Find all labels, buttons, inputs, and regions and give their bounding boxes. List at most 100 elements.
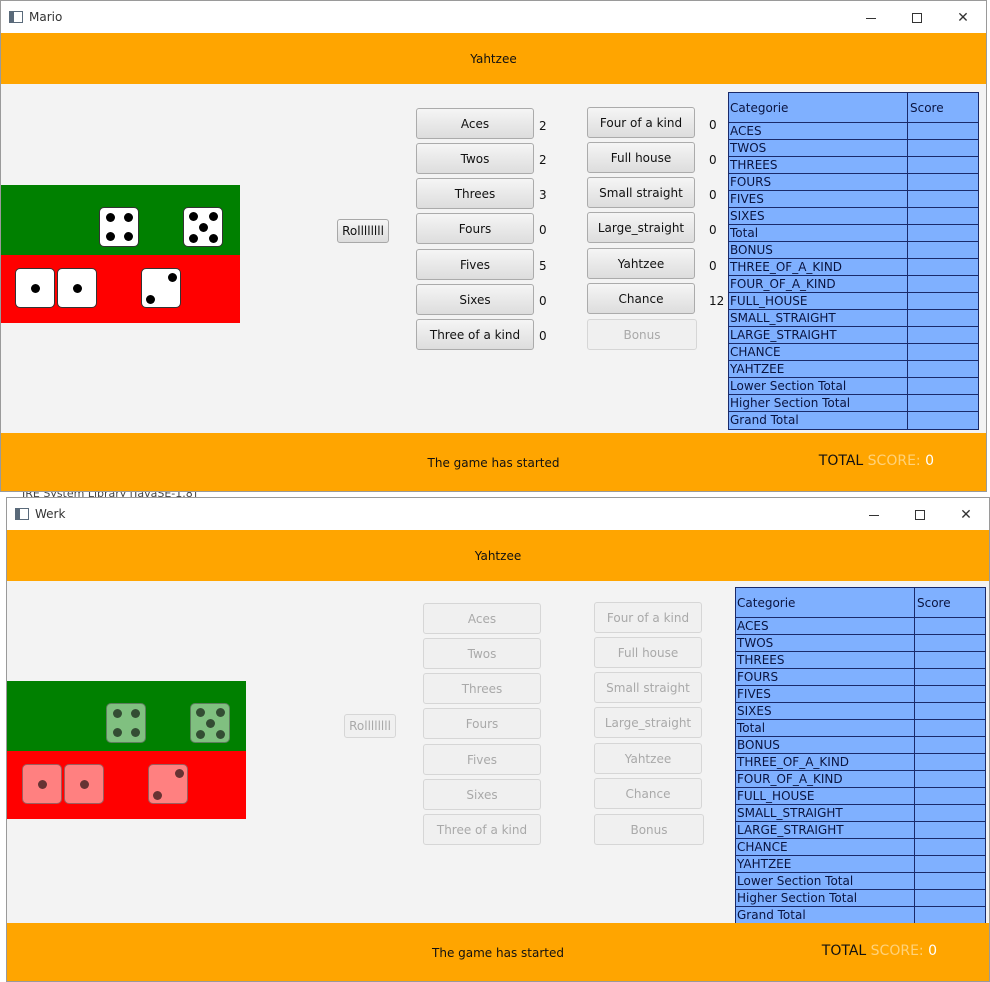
four-of-a-kind-button[interactable]: Four of a kind: [594, 602, 702, 633]
threes-button[interactable]: Threes: [416, 178, 534, 209]
table-row: CHANCE: [736, 839, 985, 856]
row-category: LARGE_STRAIGHT: [736, 822, 915, 838]
die-five[interactable]: [190, 703, 230, 743]
threes-button[interactable]: Threes: [423, 673, 541, 704]
die-five[interactable]: [183, 207, 223, 247]
small-straight-button[interactable]: Small straight: [587, 177, 695, 208]
close-button[interactable]: ✕: [940, 5, 986, 31]
table-row: THREES: [729, 157, 978, 174]
large-straight-button[interactable]: Large_straight: [587, 212, 695, 243]
twos-button[interactable]: Twos: [416, 143, 534, 174]
table-row: Grand Total: [736, 907, 985, 924]
row-category: FOUR_OF_A_KIND: [736, 771, 915, 787]
four-of-a-kind-button[interactable]: Four of a kind: [587, 107, 695, 138]
table-row: THREE_OF_A_KIND: [736, 754, 985, 771]
header-bar: Yahtzee: [1, 33, 986, 84]
row-score: [916, 771, 985, 787]
fours-button[interactable]: Fours: [416, 213, 534, 244]
minimize-button[interactable]: [848, 5, 894, 31]
rolled-dice-strip: [7, 751, 246, 819]
row-category: Total: [736, 720, 915, 736]
full-house-button[interactable]: Full house: [587, 142, 695, 173]
maximize-button[interactable]: [897, 502, 943, 528]
fives-button[interactable]: Fives: [423, 744, 541, 775]
die-pip: [131, 728, 140, 737]
title-bar[interactable]: Werk ✕: [7, 498, 989, 530]
roll-button[interactable]: Rollllllll: [337, 219, 389, 243]
row-score: [916, 635, 985, 651]
header-score: Score: [910, 101, 944, 115]
fives-button[interactable]: Fives: [416, 249, 534, 280]
yahtzee-button[interactable]: Yahtzee: [587, 248, 695, 279]
close-button[interactable]: ✕: [943, 502, 989, 528]
roll-button[interactable]: Rollllllll: [344, 714, 396, 738]
die-pip: [146, 295, 155, 304]
row-category: FOUR_OF_A_KIND: [729, 276, 908, 292]
die-pip: [113, 728, 122, 737]
chance-button[interactable]: Chance: [587, 283, 695, 314]
maximize-button[interactable]: [894, 5, 940, 31]
row-score: [909, 310, 978, 326]
row-score: [909, 208, 978, 224]
row-category: Grand Total: [736, 907, 915, 924]
total-score-label: TOTAL: [821, 943, 871, 959]
die-four[interactable]: [106, 703, 146, 743]
die-pip: [196, 708, 205, 717]
fours-value: 0: [539, 223, 547, 237]
total-score-value: 0: [920, 453, 934, 469]
sixes-button[interactable]: Sixes: [423, 779, 541, 810]
die-pip: [80, 780, 89, 789]
title-bar[interactable]: Mario ✕: [1, 1, 986, 33]
die-four[interactable]: [99, 207, 139, 247]
die-one[interactable]: [57, 268, 97, 308]
die-one[interactable]: [22, 764, 62, 804]
row-category: ACES: [736, 618, 915, 634]
bonus-button[interactable]: Bonus: [587, 319, 697, 350]
row-category: SMALL_STRAIGHT: [736, 805, 915, 821]
chance-button[interactable]: Chance: [594, 778, 702, 809]
full-house-button[interactable]: Full house: [594, 637, 702, 668]
row-score: [916, 720, 985, 736]
large-straight-button[interactable]: Large_straight: [594, 707, 702, 738]
close-icon: ✕: [960, 507, 972, 523]
aces-button[interactable]: Aces: [416, 108, 534, 139]
fives-value: 5: [539, 259, 547, 273]
three-of-a-kind-value: 0: [539, 329, 547, 343]
bonus-button[interactable]: Bonus: [594, 814, 704, 845]
table-row: ACES: [729, 123, 978, 140]
small-straight-button[interactable]: Small straight: [594, 672, 702, 703]
table-row: LARGE_STRAIGHT: [736, 822, 985, 839]
small-straight-value: 0: [709, 188, 717, 202]
score-table-header: Categorie Score: [736, 588, 985, 618]
table-row: FOURS: [729, 174, 978, 191]
table-row: Grand Total: [729, 412, 978, 429]
maximize-icon: [915, 510, 925, 520]
die-one[interactable]: [64, 764, 104, 804]
die-pip: [106, 232, 115, 241]
fours-button[interactable]: Fours: [423, 708, 541, 739]
row-category: FIVES: [736, 686, 915, 702]
row-score: [909, 242, 978, 258]
table-row: Higher Section Total: [729, 395, 978, 412]
yahtzee-button[interactable]: Yahtzee: [594, 743, 702, 774]
minimize-button[interactable]: [851, 502, 897, 528]
game-window-werk: Werk ✕ Yahtzee Rollllllll Aces Twos Thre…: [6, 497, 990, 982]
sixes-button[interactable]: Sixes: [416, 284, 534, 315]
aces-value: 2: [539, 119, 547, 133]
three-of-a-kind-button[interactable]: Three of a kind: [423, 814, 541, 845]
die-two[interactable]: [141, 268, 181, 308]
die-one[interactable]: [15, 268, 55, 308]
row-category: CHANCE: [736, 839, 915, 855]
row-score: [909, 344, 978, 360]
three-of-a-kind-button[interactable]: Three of a kind: [416, 319, 534, 350]
table-row: FIVES: [729, 191, 978, 208]
full-house-value: 0: [709, 153, 717, 167]
kept-dice-strip: [1, 185, 240, 255]
die-pip: [124, 232, 133, 241]
die-two[interactable]: [148, 764, 188, 804]
table-row: YAHTZEE: [736, 856, 985, 873]
row-category: YAHTZEE: [736, 856, 915, 872]
aces-button[interactable]: Aces: [423, 603, 541, 634]
twos-button[interactable]: Twos: [423, 638, 541, 669]
row-score: [916, 754, 985, 770]
